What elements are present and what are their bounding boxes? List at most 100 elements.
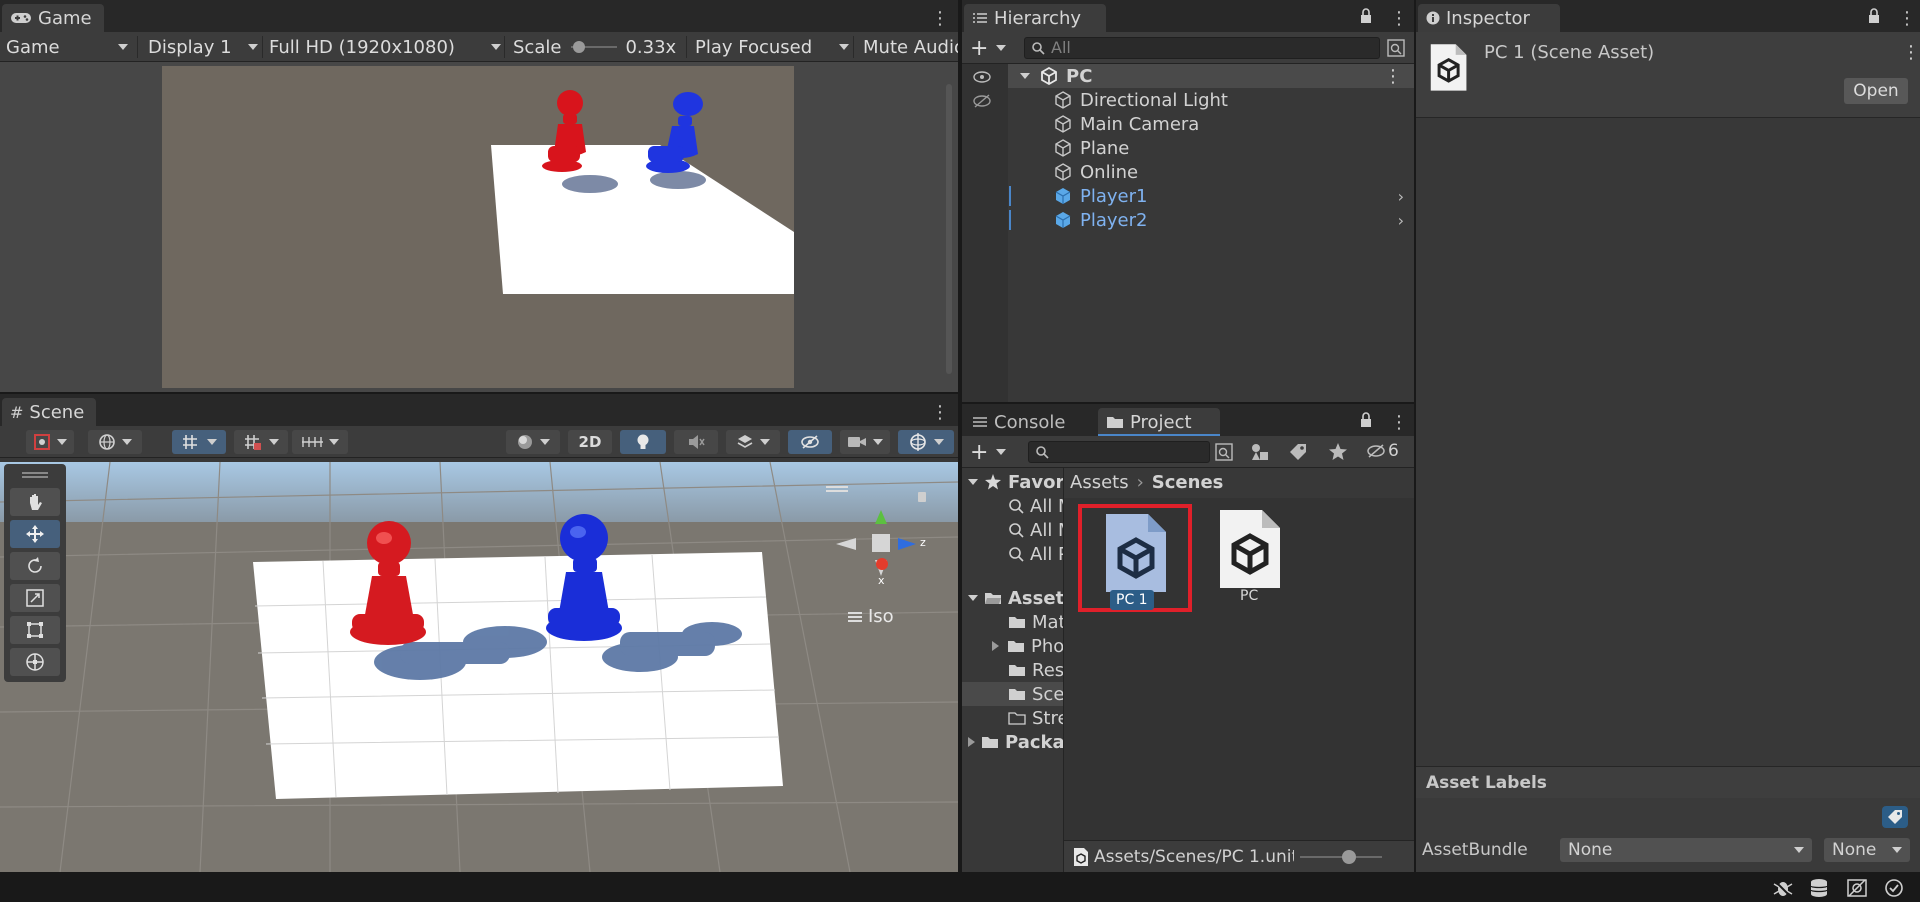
expand-arrow-icon[interactable] bbox=[968, 595, 978, 601]
pickability-icon[interactable] bbox=[972, 94, 992, 108]
auto-generate-lighting-icon[interactable] bbox=[1846, 878, 1868, 898]
effects-button[interactable] bbox=[726, 430, 780, 454]
packages-root-row[interactable]: Packages bbox=[968, 730, 1063, 754]
debug-bug-icon[interactable] bbox=[1772, 878, 1794, 898]
audio-toggle-button[interactable] bbox=[674, 430, 718, 454]
lighting-toggle-button[interactable] bbox=[620, 430, 666, 454]
chevron-right-icon[interactable]: › bbox=[1398, 211, 1404, 230]
tab-scene-label: Scene bbox=[29, 401, 85, 423]
lock-icon[interactable] bbox=[1868, 8, 1880, 24]
move-tool-button[interactable] bbox=[10, 520, 60, 548]
inspector-menu-icon[interactable]: ⋮ bbox=[1898, 8, 1916, 29]
hierarchy-item-prefab[interactable]: Player1 › bbox=[1054, 184, 1414, 208]
filter-by-type-icon[interactable] bbox=[1250, 442, 1270, 462]
game-menu-icon[interactable]: ⋮ bbox=[931, 8, 949, 29]
favorite-search-item[interactable]: All Prefabs bbox=[1008, 542, 1063, 566]
tab-console[interactable]: Console bbox=[964, 408, 1077, 436]
play-mode-dropdown[interactable]: Play Focused bbox=[695, 35, 849, 59]
global-toggle-button[interactable] bbox=[88, 430, 142, 454]
camera-settings-button[interactable] bbox=[840, 430, 890, 454]
tab-hierarchy[interactable]: Hierarchy bbox=[964, 4, 1106, 32]
view-tool-button[interactable] bbox=[10, 488, 60, 516]
create-button[interactable]: + bbox=[970, 36, 1007, 61]
folder-item[interactable]: Materials bbox=[1008, 610, 1063, 634]
breadcrumb-current[interactable]: Scenes bbox=[1152, 472, 1224, 493]
search-popout-icon[interactable] bbox=[1214, 442, 1234, 462]
mute-audio-toggle[interactable]: Mute Audio bbox=[863, 35, 958, 59]
tab-game[interactable]: Game bbox=[2, 4, 104, 32]
rect-tool-button[interactable] bbox=[10, 616, 60, 644]
assets-root-row[interactable]: Assets bbox=[968, 586, 1063, 610]
shading-mode-button[interactable] bbox=[506, 430, 560, 454]
hierarchy-search-input[interactable]: All bbox=[1024, 37, 1380, 59]
chevron-right-icon[interactable]: › bbox=[1398, 187, 1404, 206]
assetbundle-variant-dropdown[interactable]: None bbox=[1824, 838, 1910, 862]
draw-mode-button[interactable] bbox=[26, 430, 74, 454]
tool-palette-handle[interactable] bbox=[22, 472, 48, 478]
favorite-search-item[interactable]: All Materials bbox=[1008, 494, 1063, 518]
resolution-dropdown[interactable]: Full HD (1920x1080) bbox=[269, 35, 501, 59]
project-search-input[interactable] bbox=[1028, 441, 1210, 463]
display-dropdown[interactable]: Display 1 bbox=[148, 35, 258, 59]
folder-item[interactable]: Photon bbox=[992, 634, 1063, 658]
favorite-star-icon[interactable] bbox=[1328, 442, 1348, 462]
gizmos-button[interactable] bbox=[898, 430, 954, 454]
open-button[interactable]: Open bbox=[1844, 78, 1908, 104]
transform-tool-button[interactable] bbox=[10, 648, 60, 676]
hierarchy-item[interactable]: Plane bbox=[1054, 136, 1129, 160]
scale-tool-button[interactable] bbox=[10, 584, 60, 612]
expand-arrow-icon[interactable] bbox=[968, 479, 978, 485]
lock-icon[interactable] bbox=[1360, 8, 1372, 24]
scene-viewport[interactable]: x z Iso bbox=[0, 462, 958, 872]
hierarchy-item-prefab[interactable]: Player2 › bbox=[1054, 208, 1414, 232]
folder-item-selected[interactable]: Scenes bbox=[1008, 682, 1063, 706]
tab-scene[interactable]: # Scene bbox=[2, 398, 97, 426]
cache-server-icon[interactable] bbox=[1808, 878, 1830, 898]
check-circle-icon[interactable] bbox=[1884, 878, 1904, 898]
hierarchy-menu-icon[interactable]: ⋮ bbox=[1390, 8, 1408, 29]
grid-visibility-button[interactable] bbox=[292, 430, 348, 454]
unity-scene-small-icon bbox=[1074, 848, 1088, 866]
visibility-eye-icon[interactable] bbox=[972, 70, 992, 84]
favorites-row[interactable]: Favorites bbox=[968, 470, 1063, 494]
rotate-tool-button[interactable] bbox=[10, 552, 60, 580]
asset-tile-selected[interactable]: PC 1 bbox=[1078, 504, 1192, 612]
hidden-packages-toggle[interactable]: 6 bbox=[1366, 441, 1399, 461]
increment-snap-button[interactable] bbox=[234, 430, 288, 454]
folder-item[interactable]: StreamingAssets bbox=[1008, 706, 1063, 730]
add-label-button[interactable] bbox=[1882, 806, 1908, 828]
scale-slider[interactable] bbox=[571, 39, 618, 55]
icon-size-slider[interactable] bbox=[1300, 849, 1382, 865]
asset-labels-section: Asset Labels bbox=[1416, 766, 1920, 798]
inspector-header-menu-icon[interactable]: ⋮ bbox=[1902, 42, 1920, 63]
breadcrumb-root[interactable]: Assets bbox=[1070, 472, 1129, 493]
hierarchy-item[interactable]: Directional Light bbox=[1054, 88, 1228, 112]
project-menu-icon[interactable]: ⋮ bbox=[1390, 412, 1408, 433]
scene-visibility-button[interactable] bbox=[788, 430, 832, 454]
projection-toggle[interactable]: Iso bbox=[848, 606, 894, 627]
scene-menu-icon[interactable]: ⋮ bbox=[931, 402, 949, 423]
collapsed-arrow-icon[interactable] bbox=[968, 737, 975, 747]
favorite-search-item[interactable]: All Models bbox=[1008, 518, 1063, 542]
filter-by-label-icon[interactable] bbox=[1288, 442, 1308, 462]
assetbundle-dropdown[interactable]: None bbox=[1560, 838, 1812, 862]
folder-item[interactable]: Resources bbox=[1008, 658, 1063, 682]
expand-arrow-icon[interactable] bbox=[1020, 73, 1030, 79]
hierarchy-scene-row[interactable]: PC ⋮ bbox=[1008, 64, 1414, 88]
2d-toggle-button[interactable]: 2D bbox=[568, 430, 612, 454]
tab-inspector[interactable]: Inspector bbox=[1418, 4, 1560, 32]
game-scrollbar[interactable] bbox=[946, 84, 952, 374]
lock-icon[interactable] bbox=[1360, 412, 1372, 428]
tab-project[interactable]: Project bbox=[1098, 408, 1220, 436]
asset-tile[interactable]: PC bbox=[1192, 504, 1306, 612]
grid-snapping-button[interactable] bbox=[172, 430, 226, 454]
orientation-gizmo[interactable]: x z bbox=[826, 480, 936, 590]
scene-row-menu-icon[interactable]: ⋮ bbox=[1384, 66, 1402, 87]
create-asset-button[interactable]: + bbox=[970, 440, 1007, 465]
search-popout-icon[interactable] bbox=[1386, 38, 1406, 58]
game-mode-dropdown[interactable]: Game bbox=[6, 35, 130, 59]
hierarchy-item[interactable]: Online bbox=[1054, 160, 1138, 184]
game-viewport[interactable] bbox=[0, 62, 958, 392]
collapsed-arrow-icon[interactable] bbox=[992, 641, 999, 651]
hierarchy-item[interactable]: Main Camera bbox=[1054, 112, 1199, 136]
